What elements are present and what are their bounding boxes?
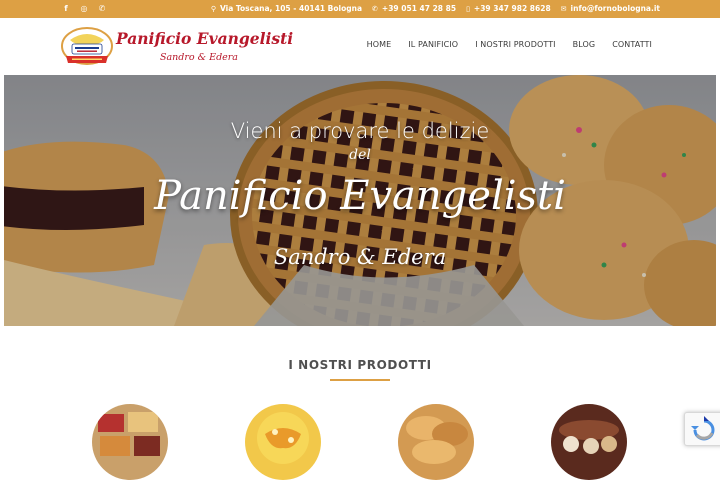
whatsapp-icon[interactable]: ✆ — [98, 4, 106, 14]
logo-badge-icon[interactable] — [60, 26, 114, 68]
instagram-icon[interactable]: ◎ — [80, 4, 88, 14]
envelope-icon: ✉ — [560, 4, 567, 13]
hero-banner: Vieni a provare le delizie del Panificio… — [4, 75, 716, 326]
recaptcha-badge[interactable] — [684, 412, 720, 446]
nav-item-blog[interactable]: BLOG — [573, 40, 596, 49]
email-text[interactable]: info@fornobologna.it — [571, 4, 660, 13]
address-item: ⚲ Via Toscana, 105 - 40141 Bologna — [211, 4, 362, 13]
phone-item[interactable]: ✆ +39 051 47 28 85 — [372, 4, 456, 13]
section-divider — [330, 379, 390, 381]
mobile-text[interactable]: +39 347 982 8628 — [474, 4, 551, 13]
nav-item-prodotti[interactable]: I NOSTRI PRODOTTI — [475, 40, 555, 49]
facebook-icon[interactable]: f — [62, 4, 70, 14]
hero-connector: del — [349, 147, 371, 163]
mobile-icon: ▯ — [466, 4, 470, 13]
email-item[interactable]: ✉ info@fornobologna.it — [561, 4, 660, 13]
recaptcha-icon — [691, 416, 715, 441]
product-thumb-pastries[interactable] — [92, 404, 168, 480]
hero-tagline: Vieni a provare le delizie — [230, 119, 490, 143]
nav-item-contatti[interactable]: CONTATTI — [612, 40, 652, 49]
phone-text[interactable]: +39 051 47 28 85 — [382, 4, 456, 13]
product-thumb-cookies[interactable] — [551, 404, 627, 480]
products-section-title: I NOSTRI PRODOTTI — [288, 358, 432, 372]
address-text: Via Toscana, 105 - 40141 Bologna — [219, 4, 363, 13]
product-thumb-croissants[interactable] — [398, 404, 474, 480]
mobile-item[interactable]: ▯ +39 347 982 8628 — [466, 4, 551, 13]
nav-item-il-panificio[interactable]: IL PANIFICIO — [408, 40, 458, 49]
main-nav: HOME IL PANIFICIO I NOSTRI PRODOTTI BLOG… — [367, 40, 652, 49]
top-bar: f ◎ ✆ ⚲ Via Toscana, 105 - 40141 Bologna… — [0, 0, 720, 18]
social-links: f ◎ ✆ — [62, 4, 106, 14]
map-marker-icon: ⚲ — [210, 4, 216, 13]
site-header: Panificio Evangelisti Sandro & Edera HOM… — [0, 18, 720, 74]
logo-subtitle: Sandro & Edera — [160, 52, 238, 63]
product-thumb-cake[interactable] — [245, 404, 321, 480]
nav-item-home[interactable]: HOME — [367, 40, 392, 49]
logo-title[interactable]: Panificio Evangelisti — [116, 29, 293, 48]
hero-subtitle: Sandro & Edera — [273, 245, 447, 269]
phone-icon: ✆ — [372, 4, 378, 13]
contact-info: ⚲ Via Toscana, 105 - 40141 Bologna ✆ +39… — [211, 4, 660, 13]
hero-title: Panificio Evangelisti — [154, 173, 566, 219]
